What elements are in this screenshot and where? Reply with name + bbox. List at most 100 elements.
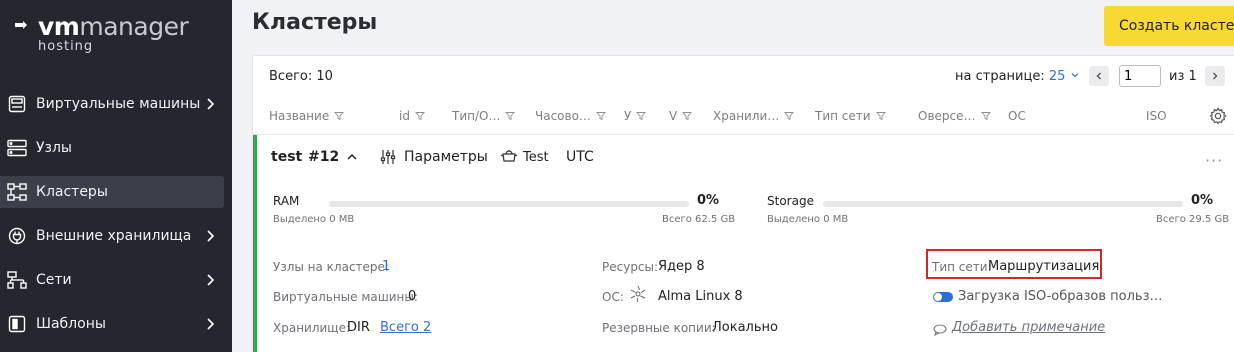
logo-mark-icon (15, 21, 27, 29)
logo-vm: vm (38, 12, 80, 41)
nodes-link[interactable]: 1 (382, 259, 390, 274)
iso-upload-toggle[interactable] (933, 292, 953, 302)
logo-manager: manager (79, 12, 189, 41)
iso-upload-label: Загрузка ISO-образов польз… (958, 289, 1163, 304)
sidebar-item-networks[interactable]: Сети (0, 264, 224, 296)
total-count: Всего: 10 (269, 69, 333, 84)
filter-icon (414, 112, 425, 121)
page-number-input[interactable] (1119, 65, 1161, 87)
storage-kv-label: Хранилище: (273, 321, 351, 335)
chevron-left-icon (1096, 72, 1101, 80)
sidebar-item-clusters[interactable]: Кластеры (0, 176, 224, 208)
sidebar-item-templates[interactable]: Шаблоны (0, 308, 224, 340)
cluster-id: #12 (308, 149, 340, 165)
column-header-nodes[interactable]: У (624, 109, 647, 123)
almalinux-logo-icon (630, 285, 646, 303)
column-header-id[interactable]: id (399, 109, 425, 123)
ram-bar (329, 201, 689, 207)
storage-kv-value: DIR (347, 320, 370, 335)
logo-subtitle: hosting (38, 39, 94, 54)
column-header-overselling[interactable]: Оверсе… (918, 109, 991, 123)
chevron-right-icon (207, 230, 215, 242)
storage-used: Выделено 0 MB (767, 214, 849, 225)
column-header-timezone[interactable]: Часово… (535, 109, 606, 123)
resources-value: Ядер 8 (658, 259, 705, 274)
sidebar-nav: Виртуальные машины Узлы Кластеры Внешние… (0, 88, 232, 352)
timezone-label: UTC (566, 149, 594, 165)
status-bar (253, 135, 257, 352)
sidebar-item-label: Узлы (36, 140, 72, 156)
ram-label: RAM (273, 194, 300, 208)
ram-percent: 0% (697, 193, 720, 208)
resources-label: Ресурсы: (602, 260, 659, 274)
gear-icon[interactable] (1209, 107, 1227, 125)
params-label[interactable]: Параметры (404, 149, 488, 165)
column-header-vms[interactable]: V (669, 109, 693, 123)
clusters-icon (7, 182, 27, 202)
filter-icon (980, 112, 991, 121)
clusters-panel: Всего: 10 на странице: 25 из 1 Название … (252, 55, 1234, 352)
sidebar-item-label: Внешние хранилища (36, 228, 192, 244)
per-page-value[interactable]: 25 (1049, 69, 1066, 84)
sliders-icon (380, 150, 396, 164)
chevron-right-icon (1213, 72, 1218, 80)
more-icon[interactable]: ··· (1205, 151, 1223, 170)
vm-icon (7, 94, 27, 114)
chevron-right-icon (207, 98, 215, 110)
network-icon (7, 270, 27, 290)
ram-used: Выделено 0 MB (273, 214, 355, 225)
nodes-label: Узлы на кластере: (273, 260, 389, 274)
plug-icon (7, 226, 27, 246)
filter-icon (595, 112, 606, 121)
backup-label: Резервные копии: (602, 321, 716, 335)
sidebar-item-storages[interactable]: Внешние хранилища (0, 220, 224, 252)
per-page-label: на странице: (955, 69, 1045, 84)
kettle-icon (500, 150, 518, 162)
ram-total: Всего 62.5 GB (662, 214, 736, 225)
page-total: из 1 (1169, 69, 1197, 84)
add-note-link[interactable]: Добавить примечание (952, 320, 1105, 335)
cluster-name[interactable]: test (271, 149, 302, 165)
logo[interactable]: vmmanager hosting (14, 12, 189, 54)
storage-total: Всего 29.5 GB (1156, 214, 1230, 225)
page-title: Кластеры (252, 10, 378, 35)
os-value: Alma Linux 8 (658, 289, 743, 304)
chevron-right-icon (207, 318, 215, 330)
storage-percent: 0% (1191, 193, 1214, 208)
backup-value: Локально (712, 320, 778, 335)
sidebar-item-label: Кластеры (36, 184, 108, 200)
vms-label: Виртуальные машины: (273, 290, 418, 304)
column-header-network-type[interactable]: Тип сети (815, 109, 886, 123)
comment-icon (933, 324, 947, 336)
per-page[interactable]: на странице: 25 (955, 69, 1080, 84)
nodes-icon (7, 138, 27, 158)
sidebar-item-label: Виртуальные машины (36, 96, 201, 112)
test-label[interactable]: Test (523, 150, 549, 165)
storage-all-link[interactable]: Всего 2 (380, 320, 431, 335)
storage-bar (823, 201, 1183, 207)
os-label: ОС: (602, 290, 624, 304)
sidebar-item-vms[interactable]: Виртуальные машины (0, 88, 224, 120)
filter-icon (334, 112, 345, 121)
sidebar-item-nodes[interactable]: Узлы (0, 132, 224, 164)
chevron-up-icon[interactable] (345, 150, 359, 164)
filter-icon (505, 112, 516, 121)
vms-value: 0 (408, 289, 417, 304)
sidebar-item-label: Шаблоны (36, 316, 106, 332)
column-header-os[interactable]: ОС (1008, 109, 1026, 123)
storage-label: Storage (767, 194, 814, 208)
header-divider (253, 134, 1234, 135)
pager-prev-button[interactable] (1089, 66, 1109, 86)
column-header-iso[interactable]: ISO (1146, 109, 1167, 123)
column-header-name[interactable]: Название (269, 109, 345, 123)
column-header-type[interactable]: Тип/О… (452, 109, 516, 123)
network-type-value: Маршрутизация (988, 259, 1100, 274)
filter-icon (875, 112, 886, 121)
pager-next-button[interactable] (1205, 66, 1225, 86)
template-icon (7, 314, 27, 334)
chevron-down-icon (1071, 73, 1078, 78)
column-header-storage[interactable]: Хранили… (713, 109, 795, 123)
sidebar-item-label: Сети (36, 272, 72, 288)
create-cluster-button[interactable]: Создать кластер (1104, 6, 1234, 46)
network-type-label: Тип сети: (932, 260, 992, 274)
